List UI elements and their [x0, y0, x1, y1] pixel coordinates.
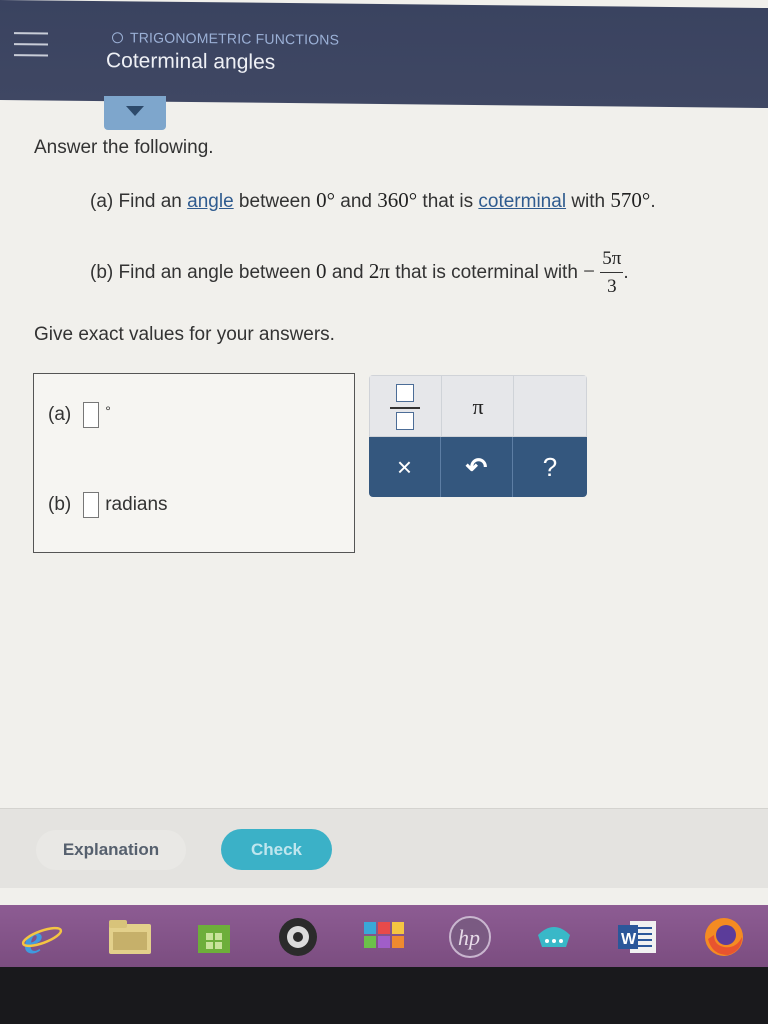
coterminal-link[interactable]: coterminal [478, 191, 566, 212]
fraction-numerator: 5π [600, 248, 624, 273]
question-part-a: (a) Find an angle between 0° and 360° th… [90, 188, 656, 212]
check-button[interactable]: Check [221, 829, 332, 870]
undo-button[interactable]: ↶ [441, 437, 513, 497]
fraction-key[interactable] [370, 376, 442, 438]
answer-b-input[interactable] [83, 492, 100, 518]
screen: TRIGONOMETRIC FUNCTIONS Coterminal angle… [0, 0, 768, 905]
fraction-box-icon [396, 412, 414, 430]
answer-row-a: (a) ° [48, 402, 111, 428]
instructions: Give exact values for your answers. [34, 324, 335, 345]
internet-explorer-icon[interactable]: e [18, 916, 66, 958]
page-title: Coterminal angles [106, 49, 276, 74]
caret-down-icon [126, 106, 144, 116]
hp-icon[interactable]: hp [446, 916, 494, 958]
answer-row-b: (b) radians [48, 492, 168, 518]
taskbar: e hp W [0, 905, 768, 967]
file-explorer-icon[interactable] [106, 916, 154, 958]
help-button[interactable]: ? [513, 437, 587, 497]
fraction-box-icon [396, 384, 414, 402]
word-icon[interactable]: W [614, 916, 662, 958]
topic-label: TRIGONOMETRIC FUNCTIONS [112, 29, 339, 48]
question-part-b: (b) Find an angle between 0 and 2π that … [90, 248, 629, 298]
progress-circle-icon [112, 32, 123, 44]
answer-box: (a) ° (b) radians [33, 373, 355, 553]
pi-key[interactable]: π [442, 376, 514, 438]
svg-text:hp: hp [458, 925, 480, 950]
monitor-bezel [0, 967, 768, 1024]
camera-app-icon[interactable] [274, 916, 322, 958]
puzzle-app-icon[interactable] [360, 916, 408, 958]
keypad-top-row: π [369, 375, 587, 438]
store-icon[interactable] [190, 916, 238, 958]
svg-text:W: W [621, 931, 637, 948]
question-intro: Answer the following. [34, 137, 214, 158]
expand-tab[interactable] [104, 96, 166, 130]
math-keypad: π × ↶ ? [369, 375, 587, 497]
explanation-button[interactable]: Explanation [36, 830, 186, 870]
header-bar: TRIGONOMETRIC FUNCTIONS Coterminal angle… [0, 0, 768, 109]
menu-icon[interactable] [14, 32, 48, 60]
empty-key [514, 376, 587, 438]
answer-a-input[interactable] [83, 402, 100, 428]
angle-link[interactable]: angle [187, 191, 234, 212]
assistant-icon[interactable] [530, 916, 578, 958]
negative-sign: − [583, 259, 596, 284]
clear-button[interactable]: × [369, 437, 441, 497]
keypad-bottom-row: × ↶ ? [369, 437, 587, 497]
degree-unit: ° [105, 403, 111, 419]
firefox-icon[interactable] [700, 916, 748, 958]
fraction: 5π 3 [600, 248, 624, 298]
fraction-denominator: 3 [607, 276, 617, 297]
radians-unit: radians [105, 494, 168, 515]
